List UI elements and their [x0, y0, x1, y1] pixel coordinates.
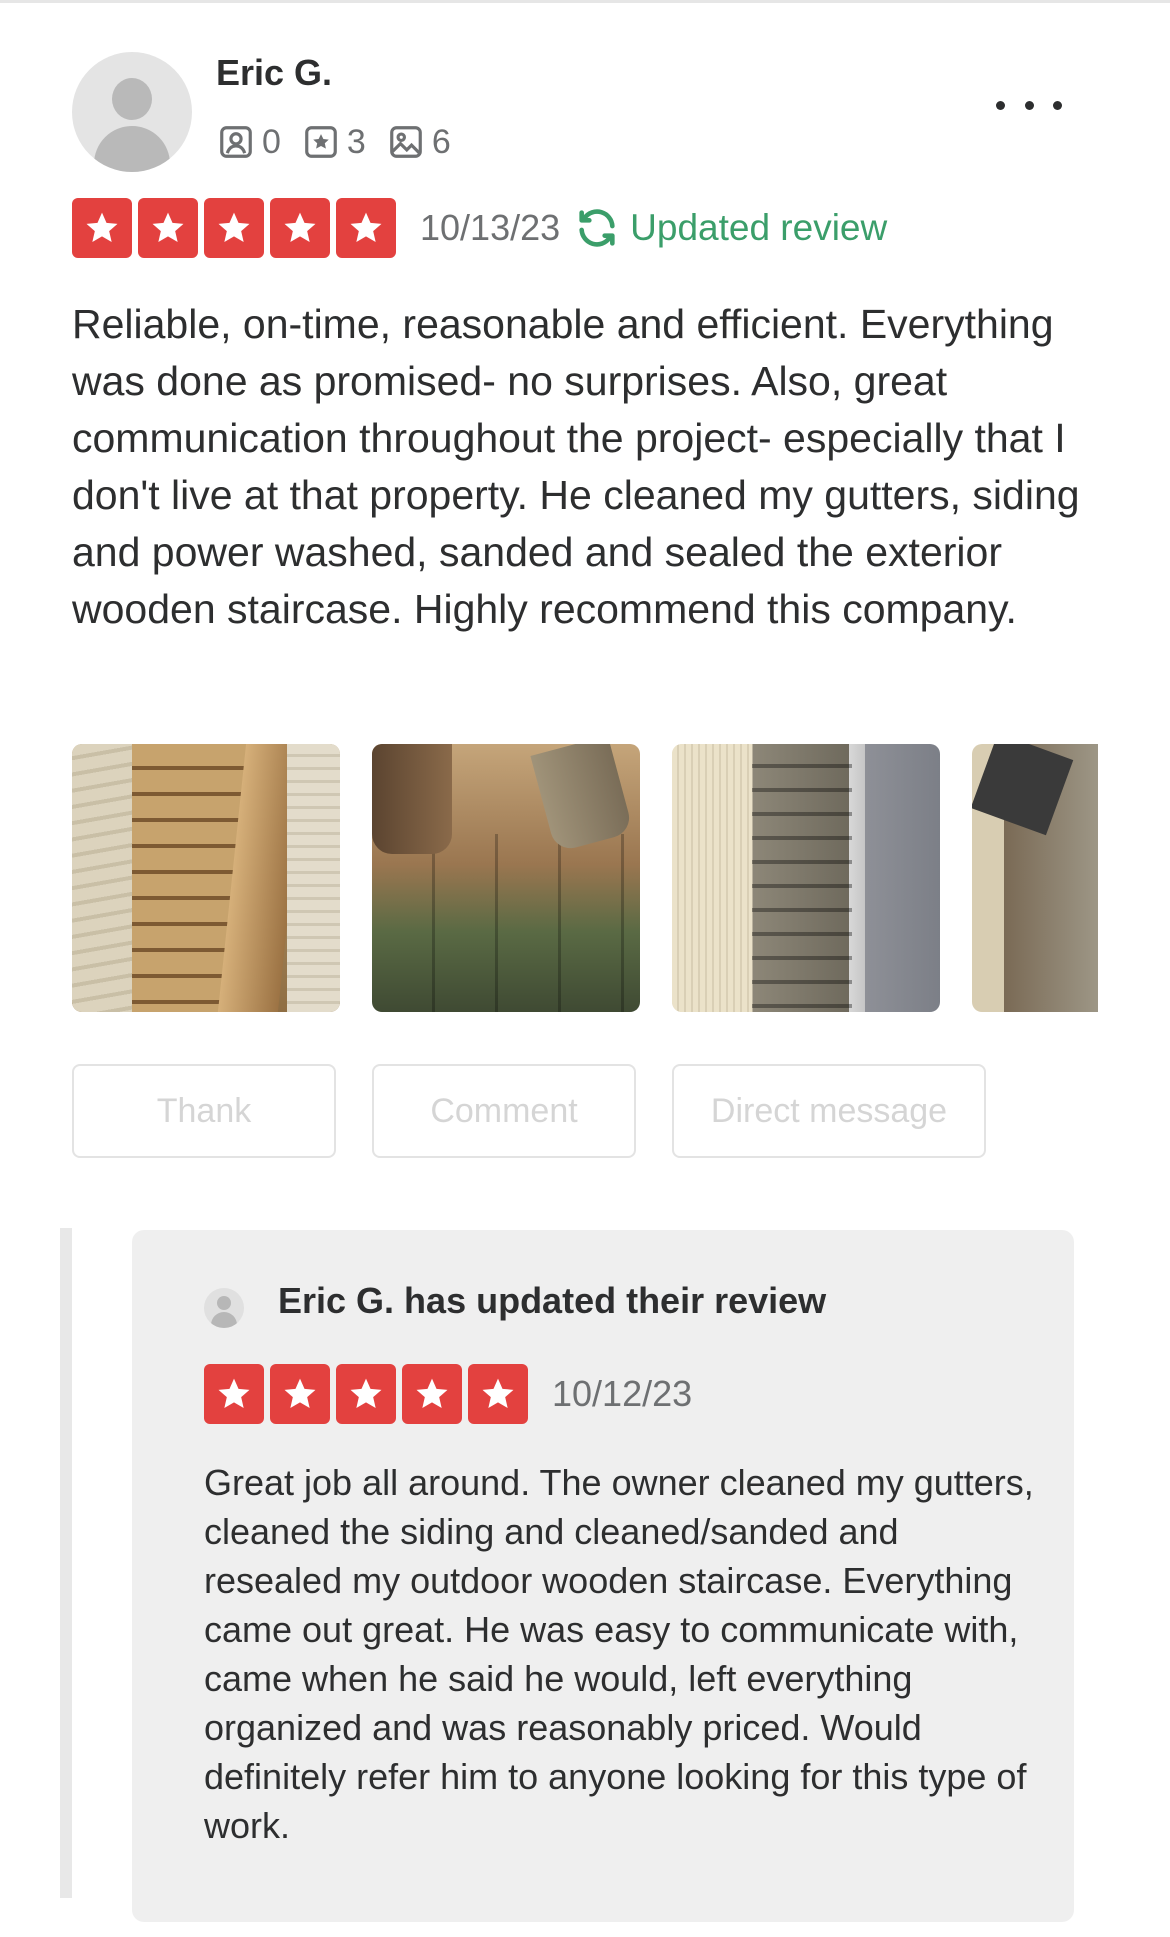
star-icon [270, 1364, 330, 1424]
user-stats: 0 3 6 [216, 120, 471, 164]
thank-button[interactable]: Thank [72, 1064, 336, 1158]
reviews-count: 3 [346, 122, 366, 161]
review-photo[interactable] [372, 744, 640, 1012]
review-actions: Thank Comment Direct message [72, 1064, 1022, 1158]
friends-stat: 0 [216, 122, 281, 162]
refresh-icon [579, 209, 615, 247]
previous-review-date: 10/12/23 [552, 1373, 693, 1414]
direct-message-button[interactable]: Direct message [672, 1064, 986, 1158]
rating-row: 10/13/23 Updated review [72, 198, 887, 258]
updated-review-label: Updated review [630, 207, 888, 248]
previous-review-text: Great job all around. The owner cleaned … [204, 1462, 1034, 1846]
star-icon [336, 1364, 396, 1424]
star-icon [336, 198, 396, 258]
review-date: 10/13/23 [420, 207, 561, 248]
friends-icon [216, 122, 256, 162]
previous-review-title: Eric G. has updated their review [278, 1280, 827, 1321]
star-icon [402, 1364, 462, 1424]
mini-avatar [204, 1288, 244, 1328]
star-rating [72, 198, 402, 258]
star-badge-icon [301, 122, 341, 162]
friends-count: 0 [262, 122, 281, 161]
review-photos [72, 744, 1098, 1012]
more-horizontal-icon [996, 100, 1005, 110]
previous-review-card: Eric G. has updated their review 10/12/2… [132, 1230, 1074, 1922]
top-divider [0, 0, 1170, 3]
photos-count: 6 [431, 122, 451, 161]
reviews-stat: 3 [301, 122, 366, 162]
previous-rating-row: 10/12/23 [204, 1364, 692, 1424]
star-icon [270, 198, 330, 258]
photos-stat: 6 [386, 122, 451, 162]
review-photo[interactable] [972, 744, 1098, 1012]
review-photo[interactable] [72, 744, 340, 1012]
star-icon [204, 1364, 264, 1424]
more-options-button[interactable] [996, 92, 1062, 118]
star-rating [204, 1364, 534, 1424]
user-avatar[interactable] [72, 52, 192, 172]
comment-button[interactable]: Comment [372, 1064, 636, 1158]
star-icon [468, 1364, 528, 1424]
star-icon [138, 198, 198, 258]
review-text: Reliable, on-time, reasonable and effici… [72, 301, 1080, 632]
photo-icon [386, 122, 426, 162]
previous-review-indicator [60, 1228, 72, 1898]
updated-review-link[interactable]: Updated review [574, 205, 887, 251]
star-icon [204, 198, 264, 258]
star-icon [72, 198, 132, 258]
user-name[interactable]: Eric G. [216, 52, 332, 94]
review-photo[interactable] [672, 744, 940, 1012]
